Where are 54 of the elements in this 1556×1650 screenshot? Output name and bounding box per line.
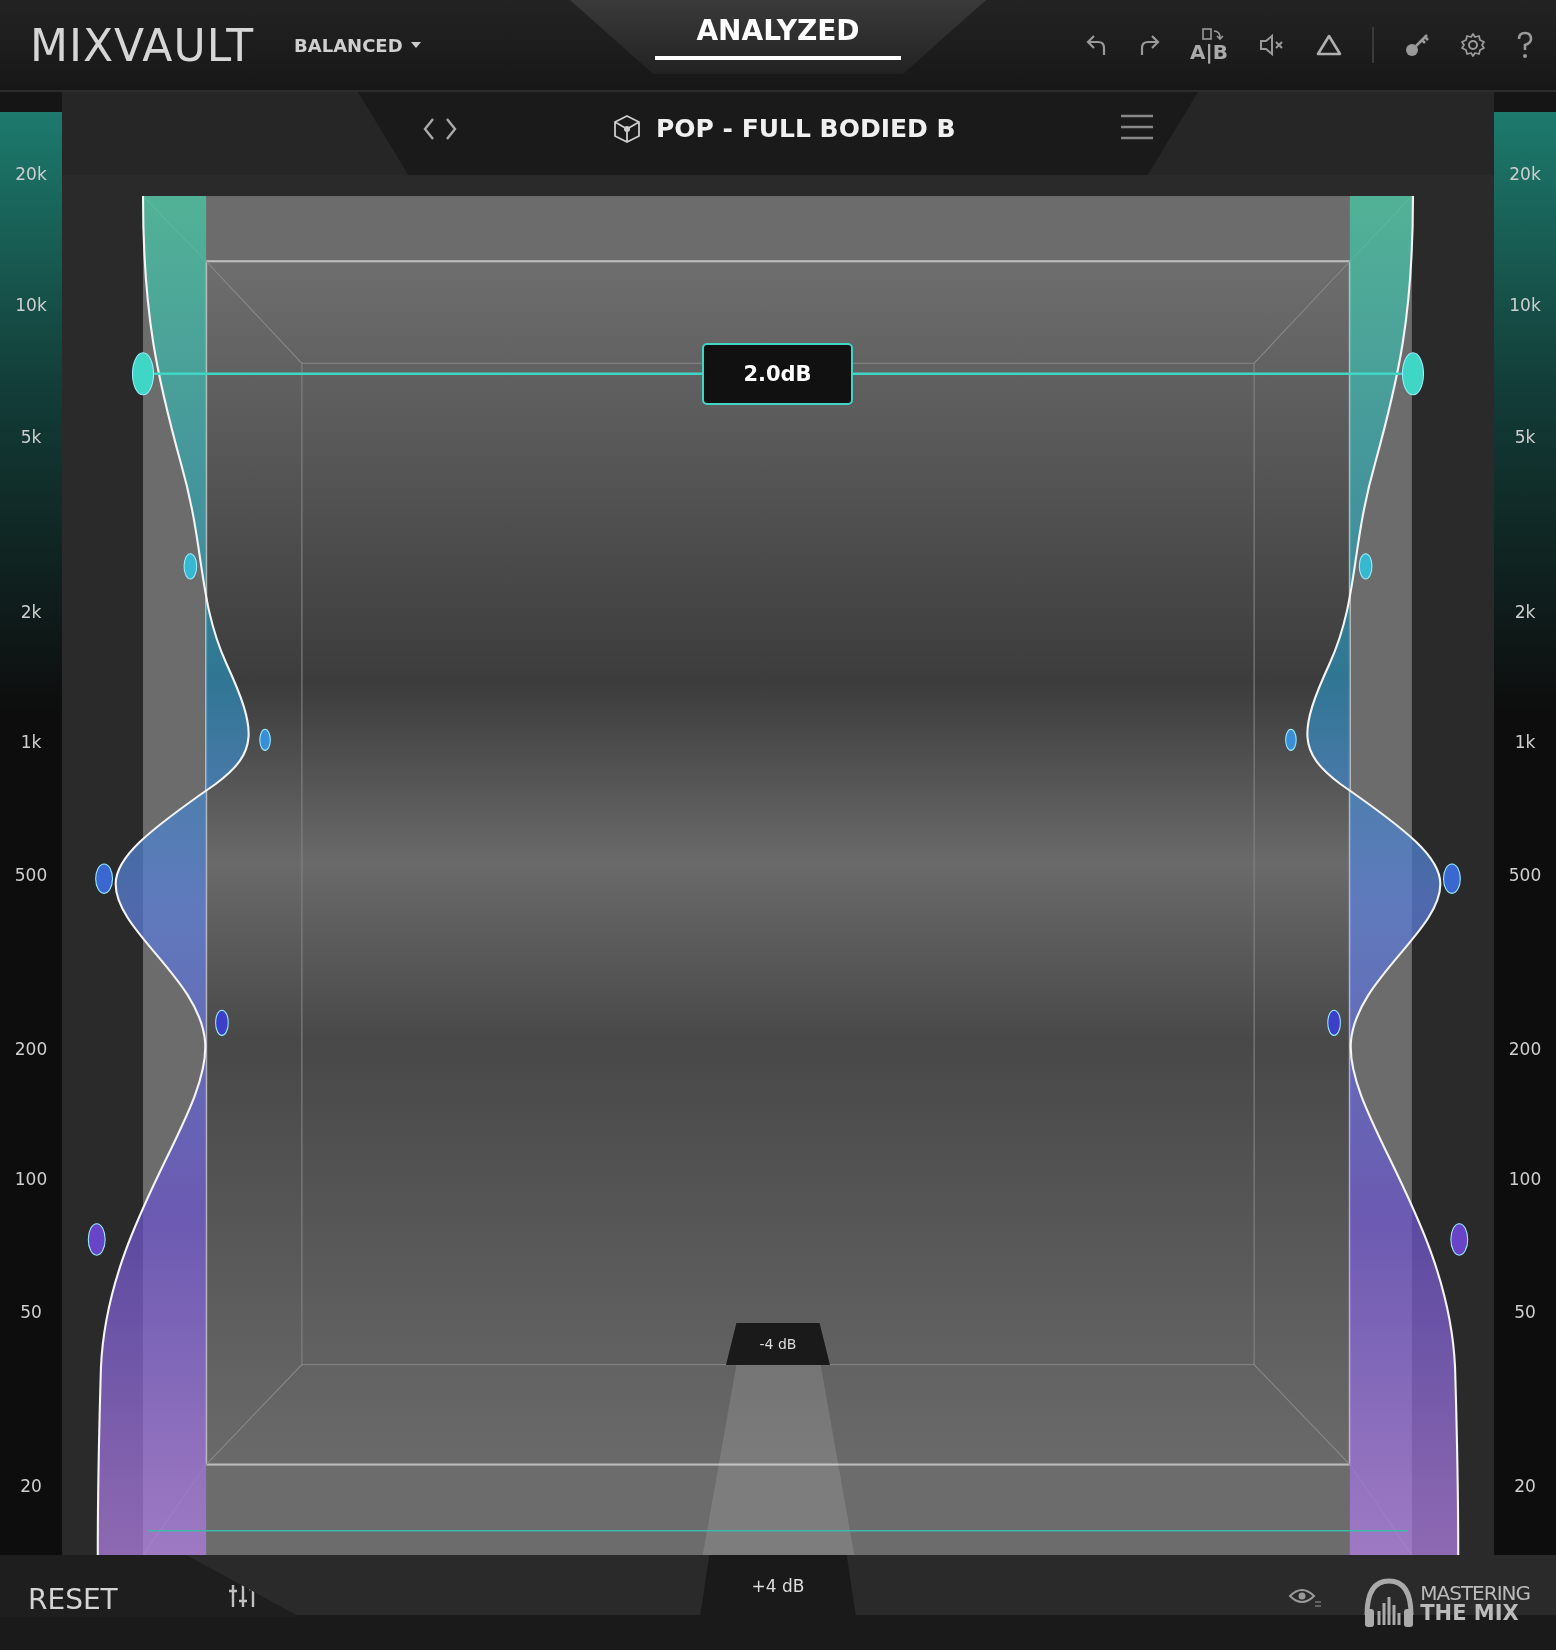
undo-icon[interactable] xyxy=(1085,33,1108,57)
frequency-label: 20 xyxy=(20,1475,42,1498)
frequency-label: 1k xyxy=(20,731,42,754)
app-logo: MIXVAULT xyxy=(30,19,254,71)
eq-node-handle[interactable] xyxy=(215,1009,229,1036)
frequency-label: 20 xyxy=(1514,1475,1536,1498)
frequency-label: 2k xyxy=(1514,601,1536,624)
preset-name: POP - FULL BODIED B xyxy=(656,114,956,143)
frequency-label: 20k xyxy=(15,163,47,186)
brand-name: MASTERING xyxy=(1420,1582,1530,1603)
depth-label: -4 dB xyxy=(726,1323,830,1365)
frequency-label: 50 xyxy=(1514,1301,1536,1324)
reset-button[interactable]: RESET xyxy=(28,1583,118,1616)
frequency-label: 200 xyxy=(14,1038,48,1061)
caret-icon xyxy=(410,42,421,48)
chevron-right-icon xyxy=(444,116,458,141)
depth-label: +4 dB xyxy=(700,1555,856,1617)
frequency-label: 100 xyxy=(1508,1168,1542,1191)
brand-name: THE MIX xyxy=(1420,1602,1520,1624)
cube-icon xyxy=(612,113,642,144)
triangle-icon[interactable] xyxy=(1316,34,1342,56)
mute-icon[interactable] xyxy=(1258,33,1286,57)
gain-readout: 2.0dB xyxy=(702,343,853,405)
frequency-label: 10k xyxy=(1509,294,1541,317)
chevron-left-icon xyxy=(422,116,436,141)
frequency-label: 500 xyxy=(14,864,48,887)
frequency-label: 100 xyxy=(14,1168,48,1191)
frequency-label: 2k xyxy=(20,601,42,624)
eq-node-handle[interactable] xyxy=(1358,553,1373,580)
eq-node-handle[interactable] xyxy=(1285,728,1297,751)
eye-icon xyxy=(1288,1587,1323,1609)
key-icon[interactable] xyxy=(1404,32,1430,58)
frequency-label: 1k xyxy=(1514,731,1536,754)
frequency-label: 500 xyxy=(1508,864,1542,887)
eq-node-handle[interactable] xyxy=(87,1223,106,1256)
frequency-label: 5k xyxy=(1514,426,1536,449)
eq-node-handle[interactable] xyxy=(259,728,271,751)
eq-node-handle[interactable] xyxy=(1327,1009,1341,1036)
eq-node-handle[interactable] xyxy=(1401,352,1425,396)
help-icon[interactable] xyxy=(1516,31,1534,59)
eq-node-handle[interactable] xyxy=(1442,863,1461,894)
eq-node-handle[interactable] xyxy=(131,352,155,396)
settings-icon[interactable] xyxy=(1460,32,1486,58)
eq-node-handle[interactable] xyxy=(95,863,114,894)
eq-node-handle[interactable] xyxy=(183,553,198,580)
ab-compare-button[interactable]: A|B xyxy=(1189,28,1228,62)
frequency-label: 5k xyxy=(20,426,42,449)
frequency-label: 20k xyxy=(1509,163,1541,186)
menu-icon xyxy=(1120,114,1154,140)
frequency-label: 50 xyxy=(20,1301,42,1324)
mode-dropdown[interactable]: BALANCED xyxy=(290,30,425,60)
eq-node-handle[interactable] xyxy=(1450,1223,1469,1256)
frequency-label: 200 xyxy=(1508,1038,1542,1061)
frequency-label: 10k xyxy=(15,294,47,317)
